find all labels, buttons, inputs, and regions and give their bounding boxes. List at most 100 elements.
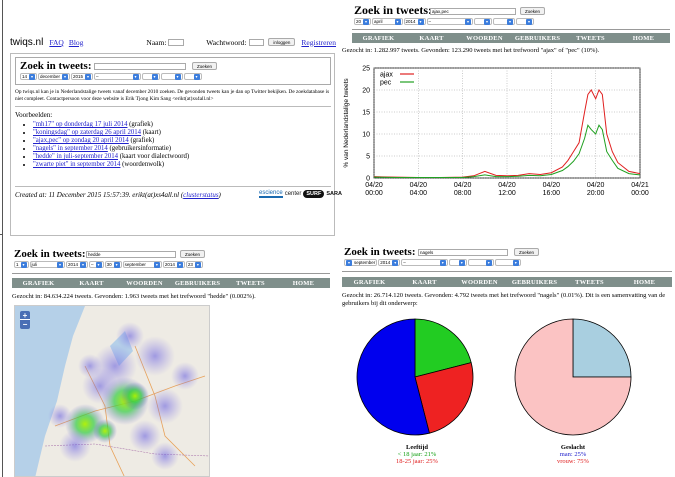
tab-tweets[interactable]: TWEETS	[562, 279, 617, 286]
range-select[interactable]: – ▾	[426, 18, 474, 25]
escience-logo: escience	[259, 190, 283, 198]
y-axis-label: % van Nederlandstalige tweets	[343, 78, 350, 168]
brand-logo[interactable]: twiqs.nl	[10, 37, 43, 48]
month-select[interactable]: april ▾	[372, 18, 403, 25]
example-link[interactable]: "zwarte piet" in september 2014	[33, 161, 120, 168]
end-day-select[interactable]: 30 ▾	[104, 261, 122, 268]
year-select[interactable]: 2014 ▾	[403, 18, 426, 25]
end-select-1[interactable]: ▾	[474, 18, 493, 25]
faq-link[interactable]: FAQ	[49, 38, 63, 47]
end-select-2[interactable]: ▾	[493, 18, 516, 25]
tab-kaart[interactable]: KAART	[397, 279, 452, 286]
end-select-2[interactable]: ▾	[467, 259, 494, 266]
tab-home[interactable]: HOME	[617, 279, 672, 286]
y-tick-label: 25	[362, 66, 370, 73]
legend-item: < 18 jaar: 21%	[397, 451, 437, 459]
end-select-3[interactable]: ▾	[183, 73, 202, 80]
month-select[interactable]: ▾ september	[344, 259, 378, 266]
end-select-1[interactable]: ▾	[141, 73, 160, 80]
example-link[interactable]: "mh17" op donderdag 17 juli 2014	[33, 121, 127, 128]
chevron-down-icon: ▾	[57, 261, 64, 268]
end-select-2[interactable]: ▾	[160, 73, 183, 80]
list-item: "ajax,pec" op zondag 20 april 2014 (graf…	[33, 137, 189, 145]
zoom-controls: + −	[20, 311, 30, 329]
tab-tweets[interactable]: TWEETS	[564, 35, 617, 42]
chevron-down-icon: ▾	[417, 18, 424, 25]
end-year-select[interactable]: 2014 ▾	[162, 261, 185, 268]
end-hour-select[interactable]: 23 ▾	[185, 261, 203, 268]
blog-link[interactable]: Blog	[69, 38, 84, 47]
tab-woorden[interactable]: WOORDEN	[458, 35, 511, 42]
day-select[interactable]: 1 ▾	[14, 261, 29, 268]
search-button[interactable]: Zoeken	[520, 7, 546, 15]
search-input[interactable]: ajax,pec	[430, 8, 516, 15]
legend-title: Leeftijd	[405, 444, 429, 451]
end-select-3[interactable]: ▾	[516, 18, 535, 25]
search-input[interactable]: nagels	[418, 249, 508, 256]
tab-home[interactable]: HOME	[277, 280, 330, 287]
year-select[interactable]: 2015 ▾	[71, 73, 94, 80]
example-link[interactable]: "ajax,pec" op zondag 20 april 2014	[33, 137, 129, 144]
chevron-down-icon: ▾	[346, 259, 352, 266]
tab-gebruikers[interactable]: GEBRUIKERS	[511, 35, 564, 42]
gender-legend: Geslacht man: 25% vrouw: 75%	[508, 444, 638, 466]
tab-gebruikers[interactable]: GEBRUIKERS	[507, 279, 562, 286]
tab-gebruikers[interactable]: GEBRUIKERS	[171, 280, 224, 287]
x-tick-label: 04/20	[410, 182, 428, 189]
chevron-down-icon: ▾	[132, 73, 139, 80]
year-select[interactable]: 2014 ▾	[378, 259, 401, 266]
day-select[interactable]: 20 ▾	[354, 18, 372, 25]
tab-woorden[interactable]: WOORDEN	[118, 280, 171, 287]
example-link[interactable]: "hedde" in juli-september 2014	[33, 153, 118, 160]
year-select[interactable]: 2014 ▾	[66, 261, 89, 268]
search-button[interactable]: Zoeken	[514, 248, 540, 256]
login-button[interactable]: inloggen	[268, 38, 296, 46]
tab-grafiek[interactable]: GRAFIEK	[342, 279, 397, 286]
x-tick-label: 04/20	[498, 182, 516, 189]
zoom-in-button[interactable]: +	[20, 311, 30, 320]
example-link[interactable]: "nagels" in september 2014	[33, 145, 108, 152]
naam-input[interactable]	[168, 38, 185, 46]
chevron-down-icon: ▾	[484, 18, 491, 25]
date-selects: 14 ▾ december ▾ 2015 ▾ – ▾ ▾ ▾ ▾	[20, 73, 203, 80]
tab-woorden[interactable]: WOORDEN	[452, 279, 507, 286]
search-title: Zoek in tweets:	[354, 3, 432, 17]
range-select[interactable]: – ▾	[401, 259, 448, 266]
tab-tweets[interactable]: TWEETS	[224, 280, 277, 287]
zoom-out-button[interactable]: −	[20, 320, 30, 329]
chevron-down-icon: ▾	[439, 259, 446, 266]
tab-home[interactable]: HOME	[617, 35, 670, 42]
chevron-down-icon: ▾	[394, 18, 401, 25]
graph-page: Zoek in tweets: ajax,pec Zoeken 20 ▾ apri…	[340, 0, 675, 236]
search-button[interactable]: Zoeken	[192, 62, 218, 70]
tab-kaart[interactable]: KAART	[65, 280, 118, 287]
range-select[interactable]: – ▾	[94, 73, 141, 80]
end-month-select[interactable]: september ▾	[122, 261, 162, 268]
search-input[interactable]	[94, 63, 186, 70]
surf-logo: SURF	[303, 190, 325, 198]
tab-grafiek[interactable]: GRAFIEK	[352, 35, 405, 42]
y-tick-label: 10	[362, 132, 370, 139]
end-select-1[interactable]: ▾	[448, 259, 467, 266]
age-pie-chart	[356, 318, 474, 436]
password-input[interactable]	[248, 38, 265, 46]
x-tick-label: 04/20	[543, 182, 561, 189]
month-select[interactable]: juli ▾	[29, 261, 66, 268]
search-input[interactable]: hedde	[86, 251, 176, 258]
range-select[interactable]: – ▾	[89, 261, 104, 268]
chevron-down-icon: ▾	[507, 18, 514, 25]
tab-grafiek[interactable]: GRAFIEK	[12, 280, 65, 287]
tab-kaart[interactable]: KAART	[405, 35, 458, 42]
end-select-3[interactable]: ▾	[494, 259, 521, 266]
x-tick-label: 20:00	[587, 190, 605, 197]
legend-item: vrouw: 75%	[557, 458, 589, 466]
clusterstatus-link[interactable]: clusterstatus	[183, 191, 218, 199]
map-view[interactable]: + −	[14, 305, 210, 477]
example-link[interactable]: "koningsdag" op zaterdag 26 april 2014	[33, 129, 141, 136]
search-button[interactable]: Zoeken	[180, 250, 206, 258]
register-link[interactable]: Registreren	[301, 38, 336, 47]
day-select[interactable]: 14 ▾	[20, 73, 38, 80]
chevron-down-icon: ▾	[151, 73, 158, 80]
month-select[interactable]: december ▾	[38, 73, 71, 80]
chevron-down-icon: ▾	[113, 261, 120, 268]
